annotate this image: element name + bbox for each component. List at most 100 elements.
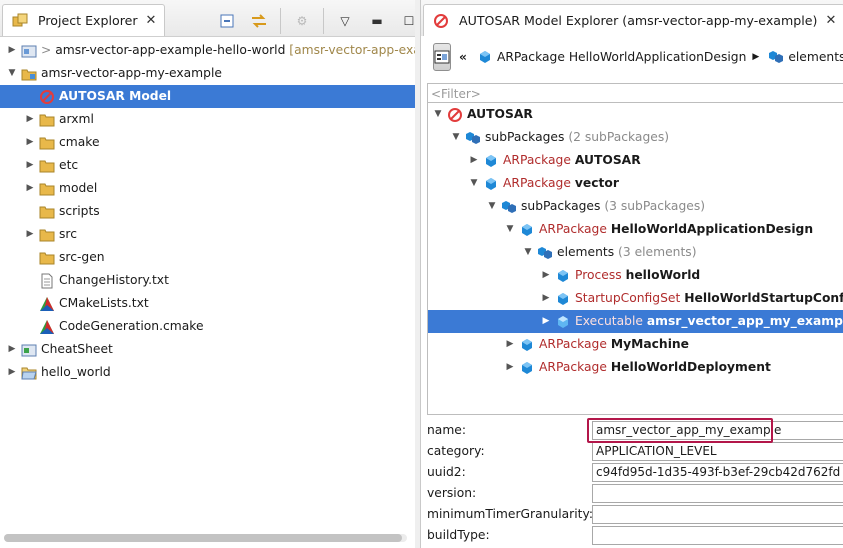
expand-icon[interactable]: ▶ (24, 154, 36, 177)
breadcrumb-item-label[interactable]: elements (3 elements) (788, 50, 843, 64)
collapse-icon[interactable]: ▼ (6, 62, 18, 85)
filter-input[interactable]: <Filter> (427, 83, 843, 103)
expand-icon[interactable]: ▶ (468, 149, 480, 172)
tree-item-cheatsheet-project[interactable]: ▶ CheatSheet (0, 338, 415, 361)
show-tree-toggle-icon[interactable] (433, 43, 451, 71)
tree-item-folder-arxml[interactable]: ▶ arxml (0, 108, 415, 131)
model-node-package-helloworldapplicationdesign[interactable]: ▼ ARPackage HelloWorldApplicationDesign (428, 218, 843, 241)
project-icon (21, 342, 37, 358)
collapse-icon[interactable]: ▼ (522, 241, 534, 264)
folder-icon (39, 204, 55, 220)
expand-icon[interactable]: ▶ (504, 333, 516, 356)
maximize-icon[interactable]: ☐ (398, 11, 415, 31)
model-node-package-vector[interactable]: ▼ ARPackage vector (428, 172, 843, 195)
tree-item-my-example-project[interactable]: ▼ amsr-vector-app-my-example (0, 62, 415, 85)
filter-icon[interactable]: ⚙ (291, 11, 313, 31)
expand-icon[interactable]: ▶ (540, 310, 552, 333)
model-node-type: Process (575, 268, 622, 282)
model-node-type: ARPackage (503, 176, 571, 190)
tree-item-folder-scripts[interactable]: scripts (0, 200, 415, 223)
project-icon (21, 43, 37, 59)
package-icon (519, 360, 535, 376)
model-node-subpackages[interactable]: ▼ subPackages (3 subPackages) (428, 195, 843, 218)
model-explorer-title: AUTOSAR Model Explorer (amsr-vector-app-… (459, 13, 818, 28)
breadcrumb-item-label[interactable]: HelloWorldApplicationDesign (569, 50, 747, 64)
tree-item-folder-src[interactable]: ▶ src (0, 223, 415, 246)
tree-item-label: hello_world (41, 365, 111, 379)
model-node-package-mymachine[interactable]: ▶ ARPackage MyMachine (428, 333, 843, 356)
model-node-package-helloworlddeployment[interactable]: ▶ ARPackage HelloWorldDeployment (428, 356, 843, 379)
collapse-icon[interactable]: ▼ (432, 103, 444, 126)
minimum-timer-granularity-field[interactable] (592, 505, 843, 524)
collapse-icon[interactable]: ▼ (486, 195, 498, 218)
git-prefix: > (41, 43, 52, 57)
element-icon (555, 314, 571, 330)
tree-item-file-codegeneration[interactable]: CodeGeneration.cmake (0, 315, 415, 338)
tree-item-hello-world-project[interactable]: ▶ > amsr-vector-app-example-hello-world … (0, 39, 415, 62)
tree-item-autosar-model[interactable]: AUTOSAR Model (0, 85, 415, 108)
expand-icon[interactable]: ▶ (540, 287, 552, 310)
name-field[interactable]: amsr_vector_app_my_example (592, 421, 843, 440)
expand-icon[interactable]: ▶ (504, 356, 516, 379)
expand-icon[interactable]: ▶ (24, 131, 36, 154)
folder-icon (39, 250, 55, 266)
expand-icon[interactable]: ▶ (540, 264, 552, 287)
model-node-process-helloworld[interactable]: ▶ Process helloWorld (428, 264, 843, 287)
tree-item-hello-world-folder[interactable]: ▶ hello_world (0, 361, 415, 384)
expand-icon[interactable]: ▶ (6, 39, 18, 62)
project-icon (21, 66, 37, 82)
model-node-executable[interactable]: ▶ Executable amsr_vector_app_my_example (428, 310, 843, 333)
model-node-subpackages[interactable]: ▼ subPackages (2 subPackages) (428, 126, 843, 149)
element-icon (555, 268, 571, 284)
breadcrumb-separator-icon[interactable]: ▶ (752, 52, 759, 62)
version-field[interactable] (592, 484, 843, 503)
tree-item-label: src-gen (59, 250, 105, 264)
model-node-label: MyMachine (610, 337, 689, 351)
model-node-autosar[interactable]: ▼ AUTOSAR (428, 103, 843, 126)
build-type-field[interactable] (592, 526, 843, 545)
collapse-all-icon[interactable] (216, 11, 238, 31)
tree-item-label: etc (59, 158, 79, 172)
expand-icon[interactable]: ▶ (24, 223, 36, 246)
tree-item-folder-src-gen[interactable]: src-gen (0, 246, 415, 269)
property-row-category: category: APPLICATION_LEVEL (427, 442, 843, 463)
property-row-name: name: amsr_vector_app_my_example (427, 421, 843, 442)
close-icon[interactable]: ✕ (823, 13, 838, 28)
model-node-startupconfigset[interactable]: ▶ StartupConfigSet HelloWorldStartupConf… (428, 287, 843, 310)
category-field[interactable]: APPLICATION_LEVEL (592, 442, 843, 461)
minimize-icon[interactable]: ▬ (366, 11, 388, 31)
collapse-icon[interactable]: ▼ (468, 172, 480, 195)
autosar-model-icon (433, 13, 449, 29)
link-with-editor-icon[interactable] (248, 11, 270, 31)
tree-item-file-changehistory[interactable]: ChangeHistory.txt (0, 269, 415, 292)
scrollbar-thumb[interactable] (4, 534, 402, 542)
tree-item-folder-etc[interactable]: ▶ etc (0, 154, 415, 177)
model-node-package-autosar[interactable]: ▶ ARPackage AUTOSAR (428, 149, 843, 172)
tree-item-label: ChangeHistory.txt (59, 273, 169, 287)
model-explorer-tabbar: AUTOSAR Model Explorer (amsr-vector-app-… (421, 0, 843, 37)
expand-icon[interactable]: ▶ (6, 361, 18, 384)
expand-icon[interactable]: ▶ (24, 108, 36, 131)
tree-item-folder-cmake[interactable]: ▶ cmake (0, 131, 415, 154)
close-icon[interactable]: ✕ (144, 13, 159, 28)
model-node-label: HelloWorldStartupConfigs (684, 291, 843, 305)
model-node-elements[interactable]: ▼ elements (3 elements) (428, 241, 843, 264)
expand-icon[interactable]: ▶ (6, 338, 18, 361)
breadcrumb-item-type[interactable]: ARPackage (497, 50, 565, 64)
tree-item-file-cmakelists[interactable]: CMakeLists.txt (0, 292, 415, 315)
model-node-label: amsr_vector_app_my_example (646, 314, 843, 328)
project-explorer-tab[interactable]: Project Explorer ✕ (2, 4, 166, 36)
horizontal-scrollbar[interactable] (4, 534, 407, 542)
model-explorer-tab[interactable]: AUTOSAR Model Explorer (amsr-vector-app-… (423, 4, 843, 36)
model-node-label: HelloWorldDeployment (610, 360, 771, 374)
breadcrumb-overflow-icon[interactable]: « (459, 50, 467, 64)
collapse-icon[interactable]: ▼ (450, 126, 462, 149)
expand-icon[interactable]: ▶ (24, 177, 36, 200)
collapse-icon[interactable]: ▼ (504, 218, 516, 241)
model-node-type: StartupConfigSet (575, 291, 681, 305)
tree-item-folder-model[interactable]: ▶ model (0, 177, 415, 200)
view-menu-icon[interactable]: ▽ (334, 11, 356, 31)
toolbar-separator (323, 8, 324, 34)
uuid-field[interactable]: c94fd95d-1d35-493f-b3ef-29cb42d762fd (592, 463, 843, 482)
model-node-label: AUTOSAR (574, 153, 641, 167)
